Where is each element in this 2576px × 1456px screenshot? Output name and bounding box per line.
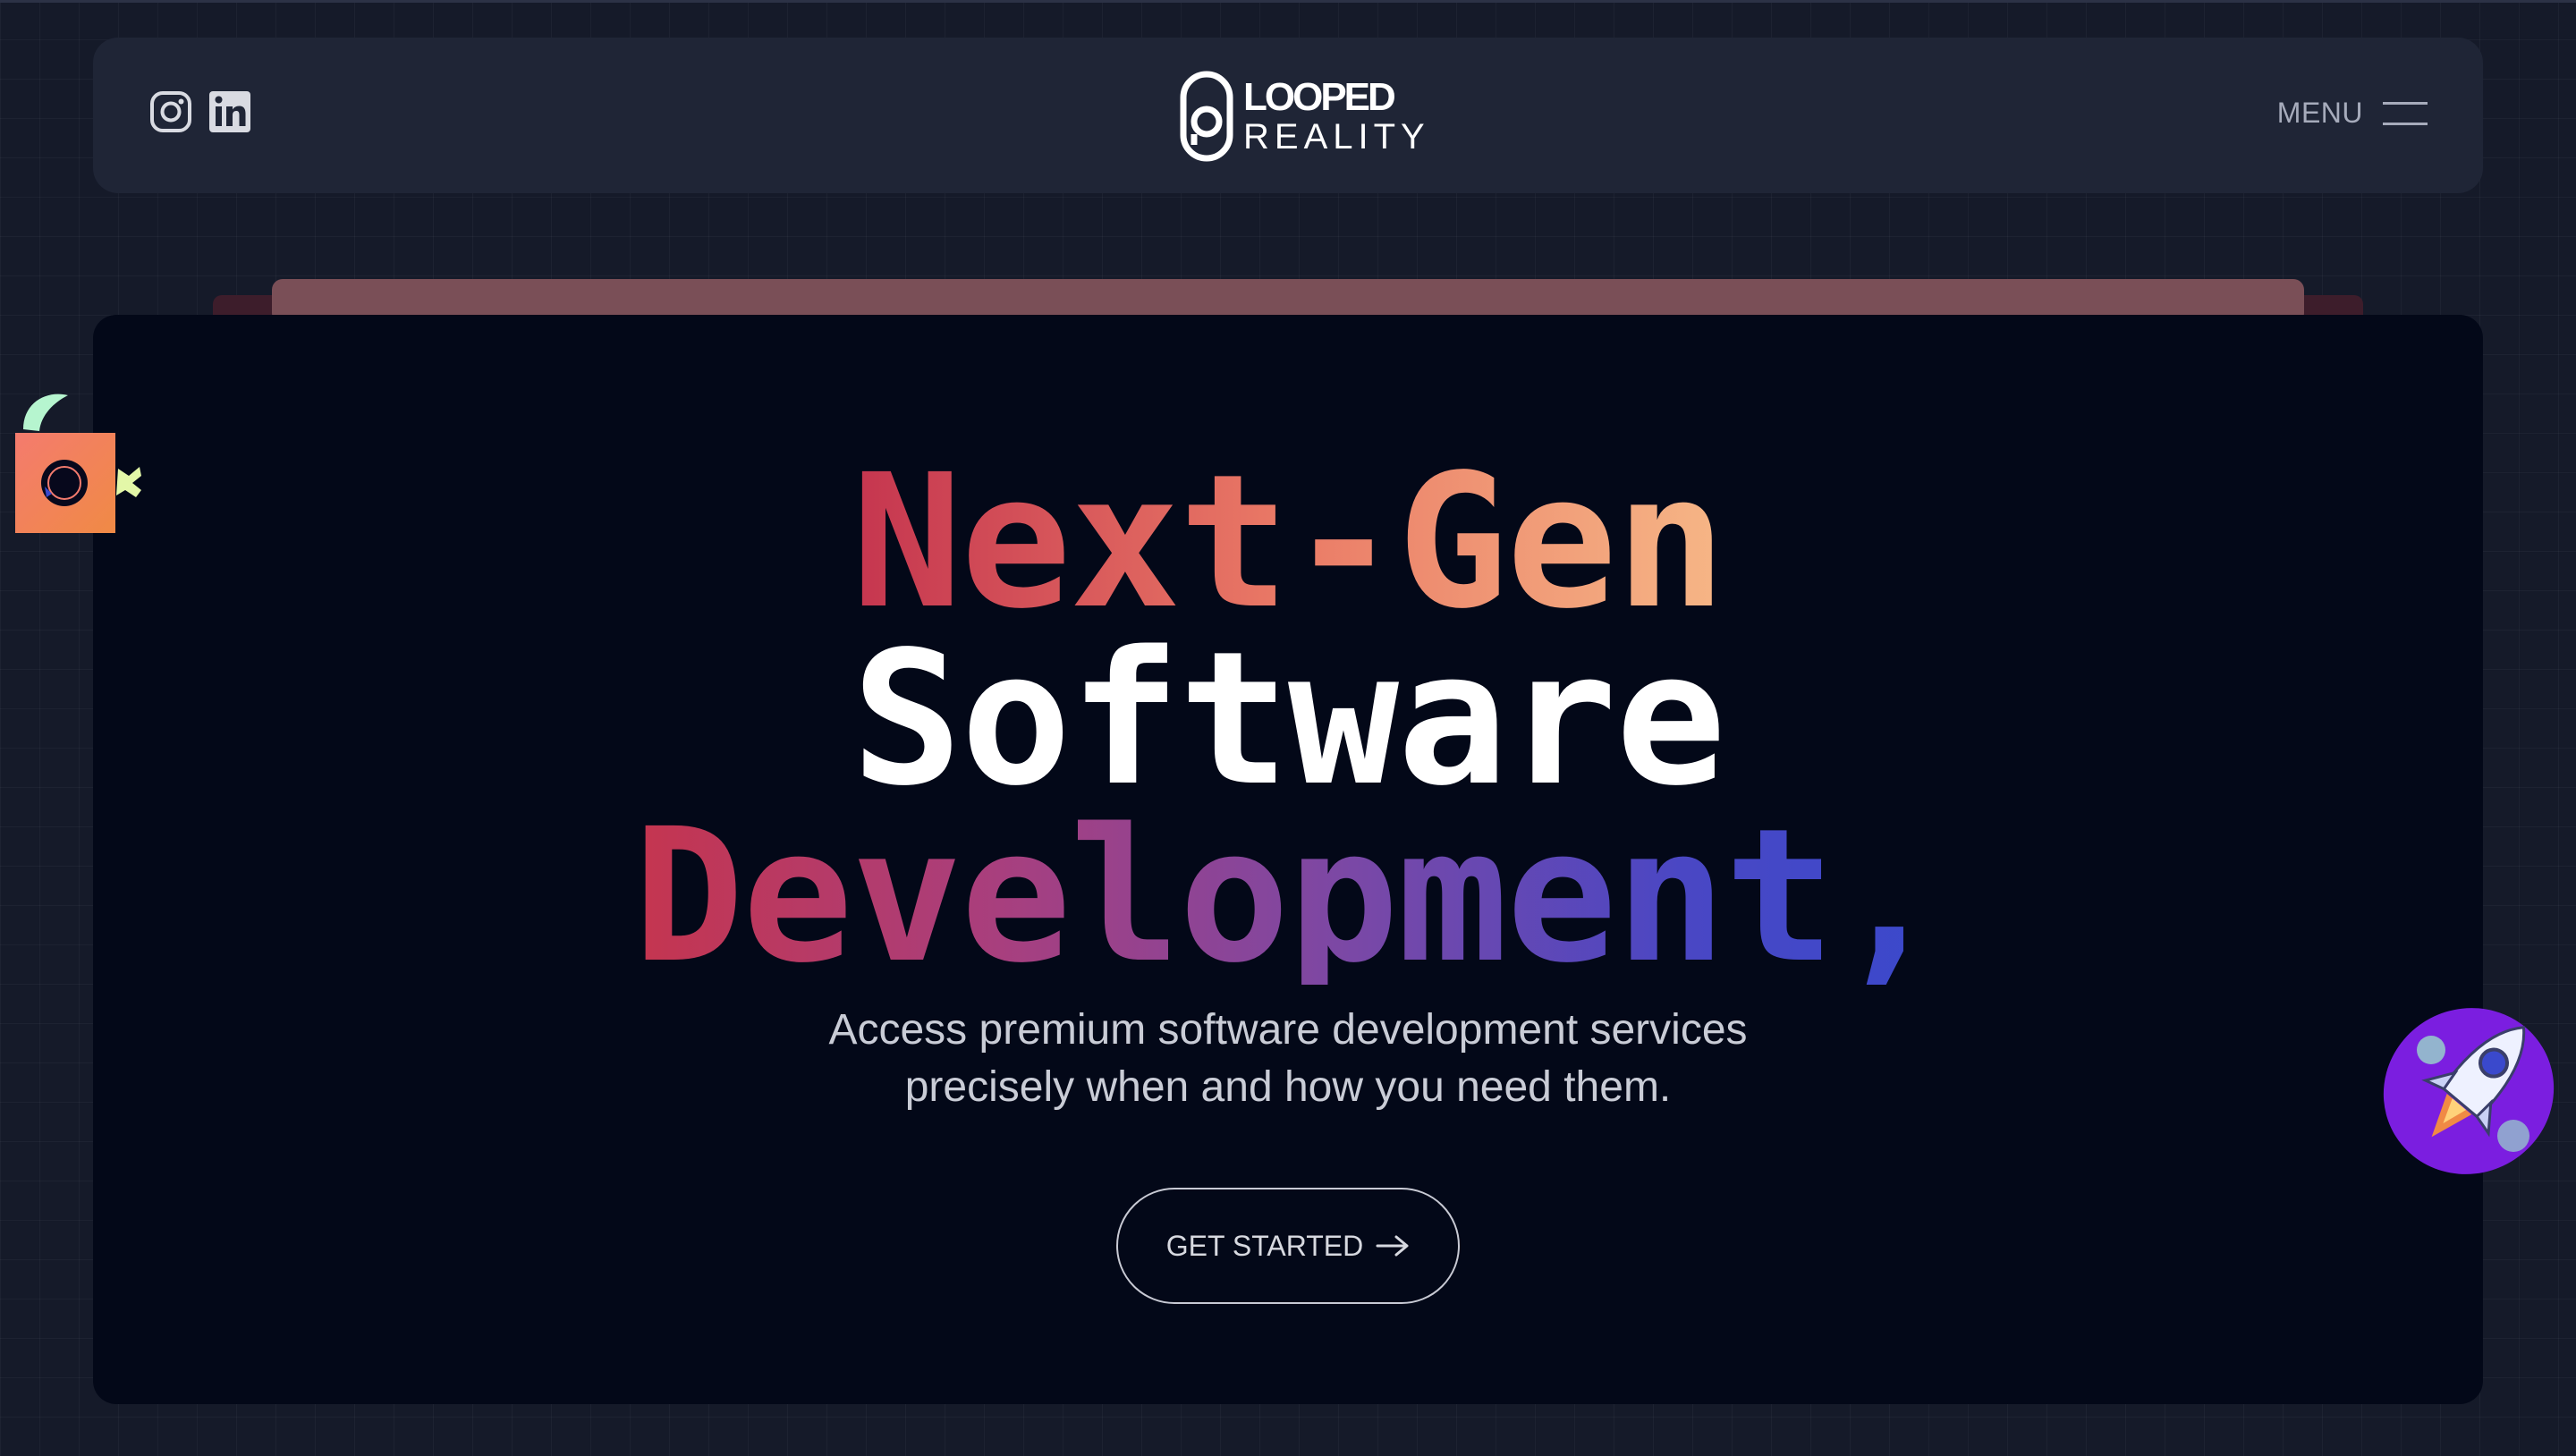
brand-logo[interactable]: LOOPED REALITY [1179,70,1425,163]
instagram-icon[interactable] [148,89,193,134]
social-links [148,89,252,134]
rocket-illustration [2383,1008,2555,1174]
subtitle-line-2: precisely when and how you need them. [904,1063,1672,1111]
get-started-label: GET STARTED [1165,1229,1364,1262]
loop-logo-icon [1180,71,1233,162]
linkedin-icon[interactable] [208,89,252,134]
hero-headline: Next-Gen Software Development, [93,435,2483,1003]
headline-line-1: Next-Gen [851,435,1726,649]
headline-line-2: Software [851,612,1726,826]
menu-button[interactable]: MENU [2277,97,2428,130]
brand-name-line1: LOOPED [1243,75,1396,119]
subtitle-line-1: Access premium software development serv… [828,1006,1748,1054]
brand-name-line2: REALITY [1243,117,1430,157]
navbar: LOOPED REALITY MENU [93,38,2483,193]
get-started-button[interactable]: GET STARTED [1116,1188,1460,1304]
hero-card: Next-Gen Software Development, Access pr… [93,315,2483,1404]
top-border [0,0,2576,3]
arrow-right-icon [1376,1235,1409,1257]
puzzle-shapes-illustration [15,394,141,533]
hamburger-icon [2383,98,2428,129]
menu-label: MENU [2276,97,2363,129]
headline-line-3: Development, [632,789,1945,1003]
hero-subtitle: Access premium software development serv… [93,1002,2483,1116]
